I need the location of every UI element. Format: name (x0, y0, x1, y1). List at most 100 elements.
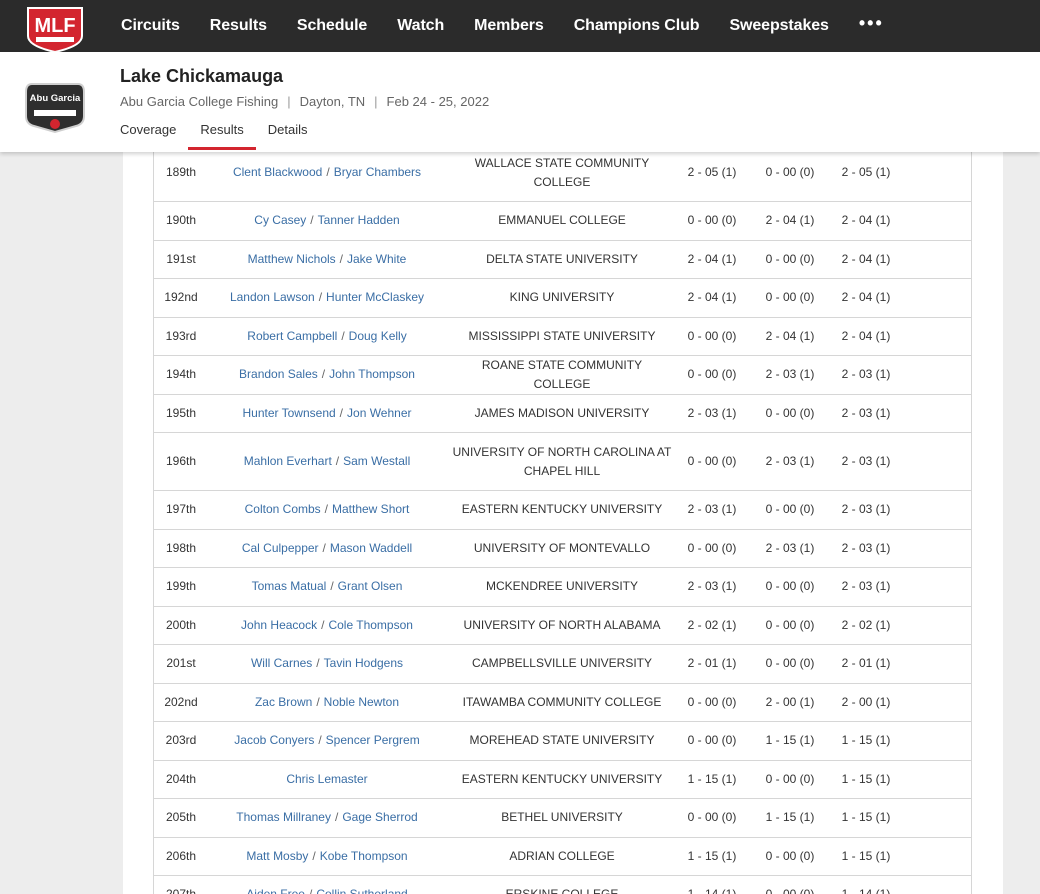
more-menu-icon[interactable]: ••• (844, 13, 899, 34)
angler-link[interactable]: Will Carnes (251, 654, 312, 673)
place-cell: 198th (165, 540, 197, 555)
event-tabs: Coverage Results Details (120, 122, 331, 152)
angler-link[interactable]: Bryar Chambers (334, 163, 421, 182)
place-cell: 195th (165, 405, 197, 420)
angler-link[interactable]: Tanner Hadden (318, 211, 400, 230)
nav-circuits[interactable]: Circuits (106, 17, 195, 35)
day2-weight-cell: 0 - 00 (0) (765, 165, 815, 179)
school-cell: KING UNIVERSITY (509, 290, 615, 305)
angler-link[interactable]: Grant Olsen (338, 577, 403, 596)
school-cell: ROANE STATE COMMUNITY COLLEGE (481, 357, 643, 391)
nav-schedule[interactable]: Schedule (282, 17, 382, 35)
angler-link[interactable]: Hunter McClaskey (326, 288, 424, 307)
event-location: Dayton, TN (299, 94, 366, 109)
team-separator: / (321, 617, 325, 632)
angler-link[interactable]: Cy Casey (254, 211, 306, 230)
angler-link[interactable]: Matthew Short (332, 500, 409, 519)
team-cell: John Heacock / Cole Thompson (214, 607, 440, 645)
school-cell: MISSISSIPPI STATE UNIVERSITY (468, 328, 656, 343)
angler-link[interactable]: Gage Sherrod (342, 808, 417, 827)
team-cell: Aiden Free / Collin Sutherland (214, 876, 440, 894)
angler-link[interactable]: Landon Lawson (230, 288, 315, 307)
angler-link[interactable]: Sam Westall (343, 452, 410, 471)
tab-details[interactable]: Details (268, 122, 308, 152)
table-row: 207th Aiden Free / Collin Sutherland ERSKINE… (154, 876, 971, 894)
angler-link[interactable]: Matt Mosby (246, 847, 308, 866)
team-separator: / (330, 579, 334, 594)
table-row: 204th Chris Lemaster EASTERN KENTUCKY UNIV… (154, 761, 971, 799)
angler-link[interactable]: Cole Thompson (328, 616, 413, 635)
angler-link[interactable]: Chris Lemaster (286, 770, 367, 789)
total-weight-cell: 2 - 04 (1) (841, 328, 891, 343)
team-separator: / (321, 367, 326, 382)
total-weight-cell: 2 - 00 (1) (841, 694, 891, 709)
angler-link[interactable]: Colton Combs (245, 500, 321, 519)
table-row: 196th Mahlon Everhart / Sam Westall UNIVERSI… (154, 433, 971, 491)
angler-link[interactable]: Jon Wehner (347, 404, 411, 423)
angler-link[interactable]: Matthew Nichols (248, 250, 336, 269)
school-cell: EMMANUEL COLLEGE (498, 213, 626, 228)
nav-sweepstakes[interactable]: Sweepstakes (714, 17, 843, 35)
team-cell: Robert Campbell / Doug Kelly (214, 318, 440, 356)
circuit-name: Abu Garcia College Fishing (120, 94, 279, 109)
angler-link[interactable]: Spencer Pergrem (326, 731, 420, 750)
tab-coverage[interactable]: Coverage (120, 122, 176, 152)
total-weight-cell: 2 - 03 (1) (841, 367, 891, 382)
total-weight-cell: 2 - 04 (1) (841, 290, 891, 305)
nav-watch[interactable]: Watch (382, 17, 459, 35)
angler-link[interactable]: Mahlon Everhart (244, 452, 332, 471)
angler-link[interactable]: Thomas Millraney (236, 808, 331, 827)
day1-weight-cell: 2 - 05 (1) (687, 165, 737, 179)
nav-champions-club[interactable]: Champions Club (559, 17, 715, 35)
angler-link[interactable]: Jake White (347, 250, 406, 269)
day1-weight-cell: 0 - 00 (0) (687, 810, 737, 825)
angler-link[interactable]: Doug Kelly (349, 327, 407, 346)
day2-weight-cell: 0 - 00 (0) (765, 656, 815, 671)
angler-link[interactable]: Clent Blackwood (233, 163, 322, 182)
meta-divider: | (287, 94, 291, 109)
team-separator: / (316, 694, 320, 709)
angler-link[interactable]: Collin Sutherland (316, 885, 407, 894)
place-cell: 202nd (164, 694, 198, 709)
school-cell: WALLACE STATE COMMUNITY COLLEGE (474, 155, 650, 189)
total-weight-cell: 2 - 03 (1) (841, 405, 891, 420)
place-cell: 197th (165, 502, 197, 517)
angler-link[interactable]: Tomas Matual (252, 577, 327, 596)
place-cell: 193rd (165, 328, 197, 343)
event-header: Abu Garcia Lake Chickamauga Abu Garcia C… (0, 52, 1040, 152)
angler-link[interactable]: Hunter Townsend (243, 404, 336, 423)
nav-results[interactable]: Results (195, 17, 282, 35)
school-cell: ADRIAN COLLEGE (509, 848, 615, 863)
meta-divider: | (374, 94, 378, 109)
tab-results[interactable]: Results (188, 122, 257, 152)
team-separator: / (310, 213, 314, 228)
table-row: 202nd Zac Brown / Noble Newton ITAWAMBA COMM… (154, 684, 971, 722)
angler-link[interactable]: Mason Waddell (330, 539, 412, 558)
day1-weight-cell: 0 - 00 (0) (687, 213, 737, 228)
angler-link[interactable]: Robert Campbell (247, 327, 337, 346)
angler-link[interactable]: Kobe Thompson (320, 847, 408, 866)
table-row: 194th Brandon Sales / John Thompson ROANE ST… (154, 356, 971, 395)
day2-weight-cell: 2 - 03 (1) (765, 454, 815, 468)
mlf-logo[interactable]: MLF (24, 6, 86, 52)
angler-link[interactable]: Jacob Conyers (234, 731, 314, 750)
day2-weight-cell: 0 - 00 (0) (754, 876, 826, 894)
school-cell: UNIVERSITY OF MONTEVALLO (473, 540, 651, 555)
place-cell: 207th (154, 876, 208, 894)
angler-link[interactable]: Brandon Sales (239, 365, 318, 384)
day1-weight-cell: 0 - 00 (0) (687, 694, 737, 709)
angler-link[interactable]: Cal Culpepper (242, 539, 319, 558)
angler-link[interactable]: John Heacock (241, 616, 317, 635)
place-cell: 192nd (164, 290, 198, 305)
total-weight-cell: 2 - 05 (1) (841, 165, 891, 179)
angler-link[interactable]: John Thompson (329, 365, 415, 384)
day2-weight-cell: 0 - 00 (0) (765, 771, 815, 786)
angler-link[interactable]: Aiden Free (246, 885, 305, 894)
total-weight-cell: 1 - 15 (1) (841, 771, 891, 786)
nav-members[interactable]: Members (459, 17, 559, 35)
angler-link[interactable]: Zac Brown (255, 693, 312, 712)
day2-weight-cell: 0 - 00 (0) (765, 251, 815, 266)
school-cell: MOREHEAD STATE UNIVERSITY (469, 733, 655, 748)
angler-link[interactable]: Noble Newton (324, 693, 399, 712)
angler-link[interactable]: Tavin Hodgens (324, 654, 403, 673)
